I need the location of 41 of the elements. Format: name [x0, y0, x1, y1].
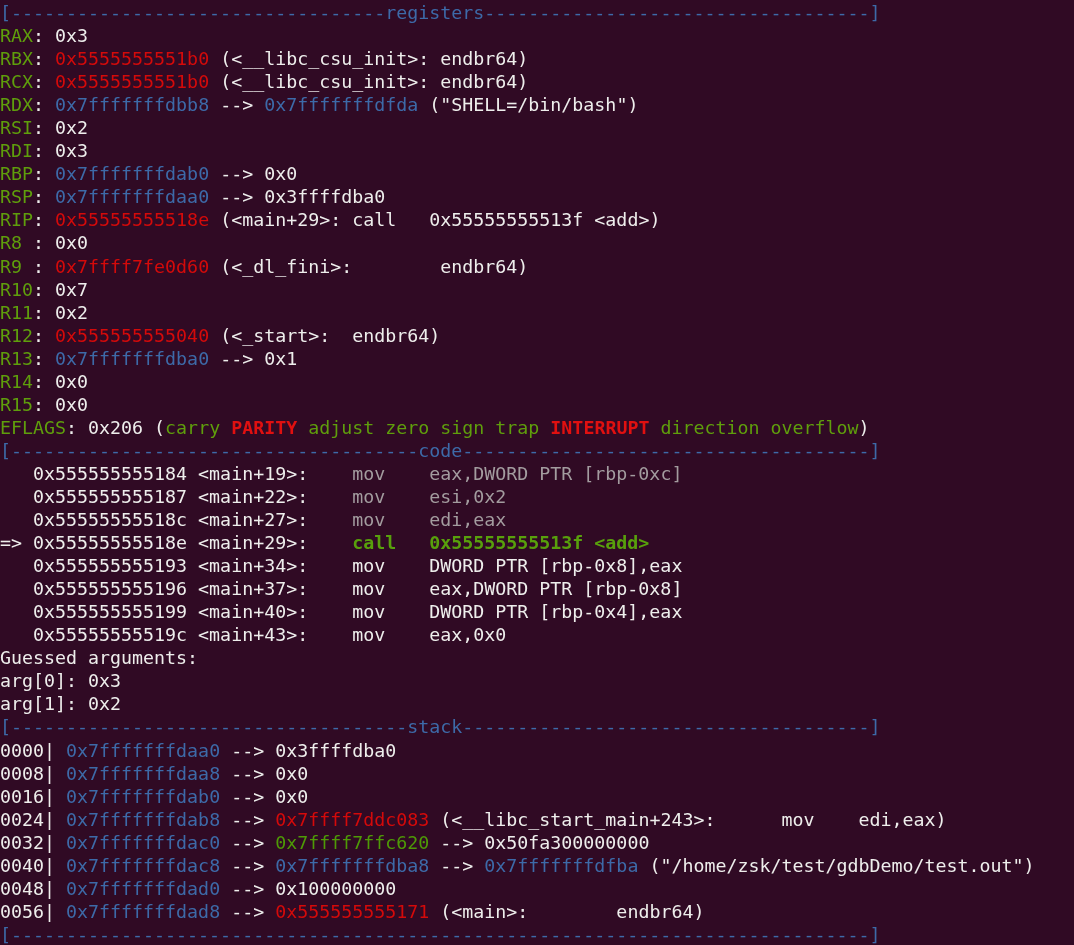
terminal-line: 0x555555555193 <main+34>: mov DWORD PTR [rbp-0x8],eax [32, 554, 683, 578]
section-header: [------------------------------------------------------------------------------] [0, 922, 881, 945]
terminal-line: => 0x55555555518e <main+29>: call 0x55555555513f <add> [0, 531, 650, 555]
terminal-line: 0016| 0x7fffffffdab0 --> 0x0 [0, 784, 309, 808]
terminal-line: 0008| 0x7fffffffdaa8 --> 0x0 [0, 761, 309, 785]
terminal-line: 0x555555555196 <main+37>: mov eax,DWORD PTR [rbp-0x8] [32, 577, 683, 601]
terminal-line: 0024| 0x7fffffffdab8 --> 0x7ffff7ddc083 (<__libc_start_main+243>: mov edi,eax) [0, 807, 947, 831]
terminal-line: RBX: 0x5555555551b0 (<__libc_csu_init>: endbr64) [0, 47, 529, 71]
terminal-line: 0x55555555518c <main+27>: mov edi,eax [32, 508, 507, 532]
terminal-line: RIP: 0x55555555518e (<main+29>: call 0x55555555513f <add>) [0, 208, 661, 232]
terminal-line: 0x555555555184 <main+19>: mov eax,DWORD PTR [rbp-0xc] [32, 461, 683, 485]
terminal-line: RBP: 0x7fffffffdab0 --> 0x0 [0, 162, 298, 186]
terminal-line: R8 : 0x0 [0, 231, 89, 255]
terminal-line: RSP: 0x7fffffffdaa0 --> 0x3ffffdba0 [0, 185, 386, 209]
terminal-line: arg[1]: 0x2 [0, 692, 122, 716]
terminal-line: RAX: 0x3 [0, 24, 89, 48]
terminal-line: R14: 0x0 [0, 369, 89, 393]
terminal-line: R9 : 0x7ffff7fe0d60 (<_dl_fini>: endbr64) [0, 254, 529, 278]
terminal-line: 0x555555555187 <main+22>: mov esi,0x2 [32, 485, 507, 509]
terminal-line: R13: 0x7fffffffdba0 --> 0x1 [0, 346, 298, 370]
section-header: [-------------------------------------code-------------------------------------] [0, 438, 881, 462]
terminal-line: RSI: 0x2 [0, 116, 89, 140]
terminal-line: 0040| 0x7fffffffdac8 --> 0x7fffffffdba8 --> 0x7fffffffdfba ("/home/zsk/test/gdbDemo/test.out") [0, 853, 1035, 877]
terminal-line: 0048| 0x7fffffffdad0 --> 0x100000000 [0, 876, 397, 900]
terminal-line: 0032| 0x7fffffffdac0 --> 0x7ffff7ffc620 --> 0x50fa300000000 [0, 830, 650, 854]
terminal-line: Guessed arguments: [0, 646, 199, 670]
terminal-line: 0000| 0x7fffffffdaa0 --> 0x3ffffdba0 [0, 738, 397, 762]
terminal-line: R15: 0x0 [0, 392, 89, 416]
terminal-line: RDI: 0x3 [0, 139, 89, 163]
terminal-line: 0x555555555199 <main+40>: mov DWORD PTR [rbp-0x4],eax [32, 600, 683, 624]
terminal-line: EFLAGS: 0x206 (carry PARITY adjust zero sign trap INTERRUPT direction overflow) [0, 415, 870, 439]
terminal-line: RDX: 0x7fffffffdbb8 --> 0x7fffffffdfda ("SHELL=/bin/bash") [0, 93, 639, 117]
terminal-line: R11: 0x2 [0, 300, 89, 324]
terminal-line: 0056| 0x7fffffffdad8 --> 0x555555555171 (<main>: endbr64) [0, 899, 705, 923]
section-header: [------------------------------------stack-------------------------------------] [0, 715, 881, 739]
section-header: [----------------------------------registers-----------------------------------] [0, 1, 881, 25]
terminal-line: R10: 0x7 [0, 277, 89, 301]
terminal-line: 0x55555555519c <main+43>: mov eax,0x0 [32, 623, 507, 647]
terminal-line: arg[0]: 0x3 [0, 669, 122, 693]
terminal-line: RCX: 0x5555555551b0 (<__libc_csu_init>: endbr64) [0, 70, 529, 94]
terminal-line: R12: 0x555555555040 (<_start>: endbr64) [0, 323, 441, 347]
